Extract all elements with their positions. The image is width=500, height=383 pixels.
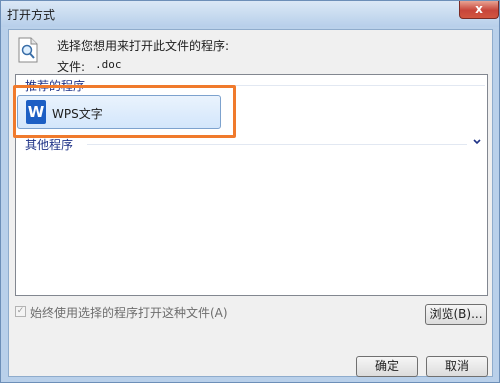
group-header-other: 其他程序 xyxy=(25,138,74,152)
close-icon: x xyxy=(475,2,483,16)
group-divider-other xyxy=(87,144,467,145)
browse-button[interactable]: 浏览(B)... xyxy=(425,304,487,325)
always-use-label: 始终使用选择的程序打开这种文件(A) xyxy=(30,306,228,320)
file-search-icon xyxy=(18,37,38,63)
prompt-text: 选择您想用来打开此文件的程序: xyxy=(57,39,230,53)
cancel-button[interactable]: 取消 xyxy=(426,356,488,377)
open-with-dialog: 打开方式 x 选择您想用来打开此文件的程序: 文件: .doc 推荐的程序 W … xyxy=(0,0,500,383)
chevron-down-icon[interactable] xyxy=(473,138,481,146)
always-use-checkbox[interactable]: ✓ xyxy=(15,306,26,317)
window-title: 打开方式 xyxy=(7,8,56,22)
highlight-box xyxy=(13,85,236,138)
title-bar[interactable]: 打开方式 x xyxy=(1,1,499,27)
file-label: 文件: xyxy=(57,60,86,74)
close-button[interactable]: x xyxy=(459,1,499,19)
ok-button[interactable]: 确定 xyxy=(356,356,418,377)
file-name-value: .doc xyxy=(95,58,122,71)
